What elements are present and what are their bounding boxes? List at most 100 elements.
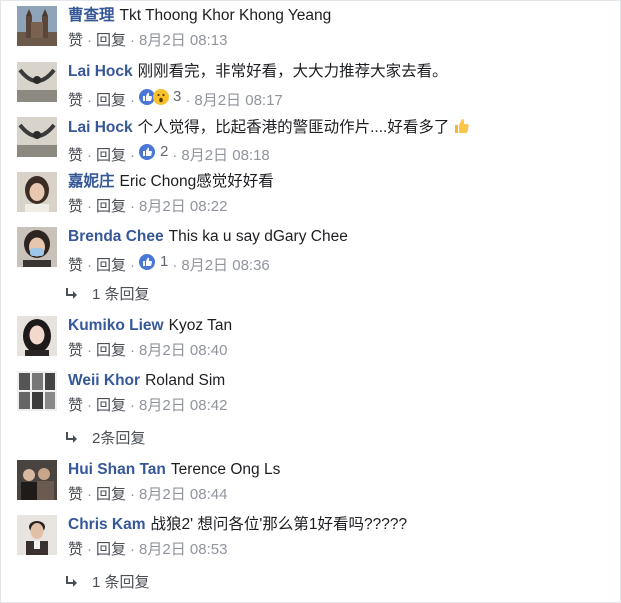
hammock-photo-avatar[interactable]	[17, 62, 57, 102]
thumbs-up-emoji	[455, 119, 469, 133]
comment-author[interactable]: Lai Hock	[68, 119, 133, 136]
reply-arrow-icon	[66, 576, 77, 587]
comment-text: Chris Kam 战狼2' 想问各位'那么第1好看吗?????	[68, 515, 407, 534]
reply-button[interactable]: 回复	[96, 198, 126, 215]
comment-actions: 赞 · 回复 · 1 · 8月2日 08:36	[68, 253, 270, 275]
comment-author[interactable]: Kumiko Liew	[68, 317, 164, 334]
comment-timestamp[interactable]: 8月2日 08:53	[139, 541, 227, 558]
reaction-count: 2	[160, 143, 169, 160]
view-replies-link[interactable]: 1 条回复	[64, 286, 150, 304]
comment-author[interactable]: Lai Hock	[68, 63, 133, 80]
comment-author[interactable]: Weii Khor	[68, 372, 140, 389]
separator-dot: ·	[172, 257, 178, 274]
reaction-count: 3	[173, 88, 182, 105]
comment-message: 战狼2' 想问各位'那么第1好看吗?????	[150, 516, 408, 533]
comment-timestamp[interactable]: 8月2日 08:36	[181, 257, 269, 274]
comment-actions: 赞 · 回复 · 8月2日 08:42	[68, 397, 227, 415]
comment-text: 曹查理 Tkt Thoong Khor Khong Yeang	[68, 6, 331, 25]
comment-author[interactable]: Hui Shan Tan	[68, 461, 166, 478]
reply-button[interactable]: 回复	[96, 342, 126, 359]
reply-button[interactable]: 回复	[96, 92, 126, 109]
like-button[interactable]: 赞	[68, 486, 83, 503]
separator-dot: ·	[130, 198, 136, 215]
comment-text: Hui Shan Tan Terence Ong Ls	[68, 460, 280, 479]
comment-text: Brenda Chee This ka u say dGary Chee	[68, 227, 348, 246]
comment-timestamp[interactable]: 8月2日 08:42	[139, 397, 227, 414]
view-replies-link[interactable]: 2条回复	[64, 430, 145, 448]
woman-portrait-avatar[interactable]	[17, 172, 57, 212]
comment-message: This ka u say dGary Chee	[168, 228, 348, 245]
separator-dot: ·	[185, 92, 191, 109]
separator-dot: ·	[87, 92, 93, 109]
comment-author[interactable]: Chris Kam	[68, 516, 146, 533]
like-icon	[139, 144, 156, 160]
comment-message: Terence Ong Ls	[170, 461, 281, 478]
separator-dot: ·	[87, 32, 93, 49]
comment-author[interactable]: 曹查理	[68, 7, 115, 24]
separator-dot: ·	[87, 397, 93, 414]
comment-actions: 赞 · 回复 · 8月2日 08:40	[68, 342, 227, 360]
like-button[interactable]: 赞	[68, 541, 83, 558]
separator-dot: ·	[172, 147, 178, 164]
separator-dot: ·	[87, 342, 93, 359]
comment-message: Tkt Thoong Khor Khong Yeang	[119, 7, 332, 24]
separator-dot: ·	[130, 147, 136, 164]
like-button[interactable]: 赞	[68, 147, 83, 164]
reply-button[interactable]: 回复	[96, 486, 126, 503]
comment-text: Kumiko Liew Kyoz Tan	[68, 316, 232, 335]
reply-button[interactable]: 回复	[96, 397, 126, 414]
like-button[interactable]: 赞	[68, 92, 83, 109]
man-portrait-avatar[interactable]	[17, 515, 57, 555]
separator-dot: ·	[130, 486, 136, 503]
comment-actions: 赞 · 回复 · 8月2日 08:22	[68, 198, 227, 216]
separator-dot: ·	[87, 147, 93, 164]
like-button[interactable]: 赞	[68, 342, 83, 359]
like-button[interactable]: 赞	[68, 397, 83, 414]
comment-message: Roland Sim	[145, 372, 226, 389]
masked-woman-avatar[interactable]	[17, 227, 57, 267]
view-replies-label: 1 条回复	[92, 574, 150, 591]
reaction-summary[interactable]: 3	[139, 88, 181, 106]
comment-timestamp[interactable]: 8月2日 08:17	[194, 92, 282, 109]
view-replies-link[interactable]: 1 条回复	[64, 574, 150, 592]
comment-timestamp[interactable]: 8月2日 08:44	[139, 486, 227, 503]
comment-actions: 赞 · 回复 · 8月2日 08:44	[68, 486, 227, 504]
separator-dot: ·	[130, 92, 136, 109]
like-button[interactable]: 赞	[68, 198, 83, 215]
comment-actions: 赞 · 回复 · 8月2日 08:53	[68, 541, 227, 559]
comment-timestamp[interactable]: 8月2日 08:40	[139, 342, 227, 359]
comment-author[interactable]: Brenda Chee	[68, 228, 164, 245]
group-photo-avatar[interactable]	[17, 460, 57, 500]
reply-button[interactable]: 回复	[96, 257, 126, 274]
like-button[interactable]: 赞	[68, 257, 83, 274]
separator-dot: ·	[130, 397, 136, 414]
comment-author[interactable]: 嘉妮庄	[68, 173, 115, 190]
reply-button[interactable]: 回复	[96, 32, 126, 49]
separator-dot: ·	[130, 342, 136, 359]
comment-actions: 赞 · 回复 · 3 · 8月2日 08:17	[68, 88, 283, 110]
comment-actions: 赞 · 回复 · 2 · 8月2日 08:18	[68, 143, 270, 165]
reply-button[interactable]: 回复	[96, 541, 126, 558]
reply-button[interactable]: 回复	[96, 147, 126, 164]
like-button[interactable]: 赞	[68, 32, 83, 49]
comment-text: Weii Khor Roland Sim	[68, 371, 225, 390]
comment-message: Kyoz Tan	[168, 317, 233, 334]
comment-timestamp[interactable]: 8月2日 08:22	[139, 198, 227, 215]
reply-arrow-icon	[66, 288, 77, 299]
church-photo-avatar[interactable]	[17, 6, 57, 46]
reaction-summary[interactable]: 2	[139, 143, 168, 161]
comment-timestamp[interactable]: 8月2日 08:13	[139, 32, 227, 49]
hammock-photo-avatar[interactable]	[17, 117, 57, 157]
comment-text: Lai Hock 个人觉得，比起香港的警匪动作片....好看多了	[68, 117, 470, 137]
bw-collage-avatar[interactable]	[17, 371, 57, 411]
separator-dot: ·	[130, 32, 136, 49]
reply-arrow-icon	[66, 432, 77, 443]
dark-hair-woman-avatar[interactable]	[17, 316, 57, 356]
view-replies-label: 1 条回复	[92, 286, 150, 303]
view-replies-label: 2条回复	[92, 430, 146, 447]
like-icon	[139, 254, 156, 270]
reaction-summary[interactable]: 1	[139, 253, 168, 271]
separator-dot: ·	[87, 257, 93, 274]
comment-timestamp[interactable]: 8月2日 08:18	[181, 147, 269, 164]
reaction-count: 1	[160, 253, 169, 270]
